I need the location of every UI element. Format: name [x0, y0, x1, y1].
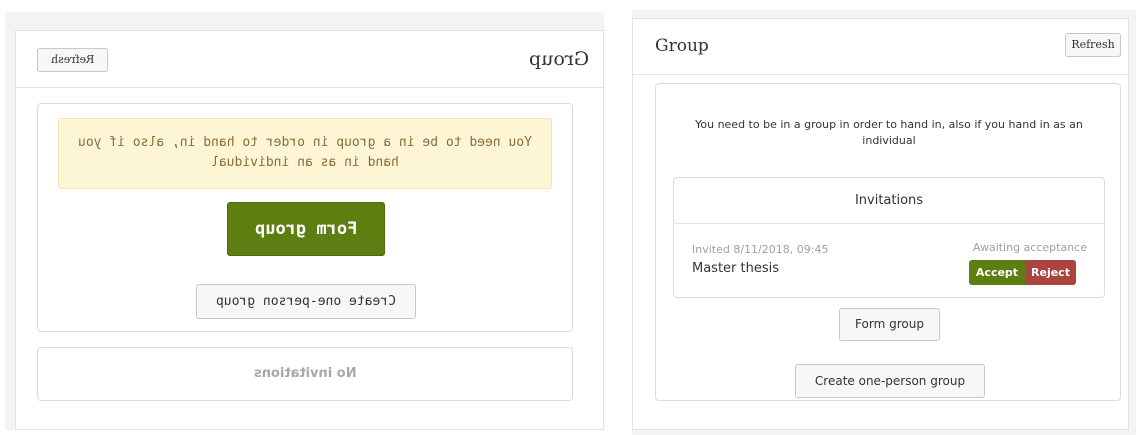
left-warning-text: You need to be in a group in order to ha… — [78, 135, 532, 170]
right-panel-wrapper: Group Refresh You need to be in a group … — [632, 10, 1136, 435]
left-panel-body: You need to be in a group in order to ha… — [37, 103, 573, 332]
left-panel-header: Group Refresh — [16, 31, 603, 88]
accept-button[interactable]: Accept — [969, 260, 1025, 285]
left-create-one-person-button[interactable]: Create one-person group — [196, 284, 416, 319]
invitation-status: Awaiting acceptance — [972, 241, 1087, 254]
left-form-group-label: Form group — [254, 219, 358, 239]
left-no-invitations-box: No invitations — [37, 347, 573, 401]
left-refresh-button[interactable]: Refresh — [37, 48, 108, 72]
right-group-message: You need to be in a group in order to ha… — [695, 118, 1083, 147]
right-refresh-button[interactable]: Refresh — [1065, 33, 1121, 57]
left-no-invitations-text: No invitations — [253, 366, 357, 381]
invitations-header: Invitations — [674, 178, 1104, 224]
right-form-group-button[interactable]: Form group — [839, 308, 940, 341]
left-warning-alert: You need to be in a group in order to ha… — [58, 118, 552, 189]
left-group-panel: Group Refresh You need to be in a group … — [15, 30, 604, 430]
invitation-name: Master thesis — [692, 261, 780, 276]
left-form-group-button[interactable]: Form group — [227, 202, 385, 256]
right-create-one-person-button[interactable]: Create one-person group — [795, 364, 985, 398]
left-panel-wrapper: Group Refresh You need to be in a group … — [5, 12, 604, 430]
left-create-one-person-label: Create one-person group — [215, 294, 396, 309]
reject-button[interactable]: Reject — [1025, 260, 1076, 285]
left-panel-title: Group — [528, 48, 589, 70]
right-panel-header: Group Refresh — [633, 19, 1128, 75]
invitations-box: Invitations Invited 8/11/2018, 09:45 Mas… — [673, 177, 1105, 298]
invitation-date: Invited 8/11/2018, 09:45 — [692, 243, 829, 256]
left-refresh-label: Refresh — [50, 53, 95, 66]
right-panel-title: Group — [655, 36, 709, 56]
right-group-panel: Group Refresh You need to be in a group … — [632, 18, 1129, 430]
right-panel-body: You need to be in a group in order to ha… — [655, 83, 1121, 401]
